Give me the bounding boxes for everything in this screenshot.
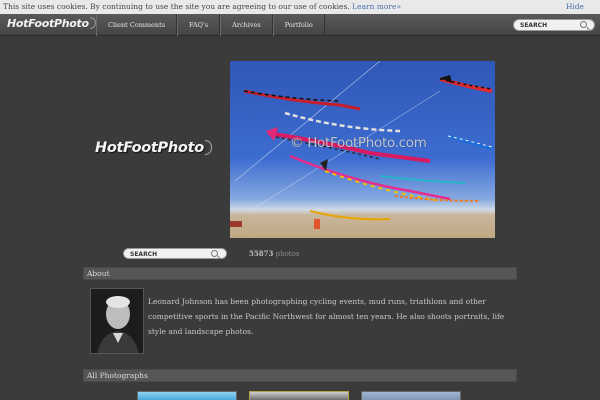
photo-count-label: photos [275, 250, 300, 258]
photo-thumbnail[interactable] [137, 391, 237, 400]
photo-count-number: 55873 [249, 249, 274, 258]
nav-item-client-comments[interactable]: Client Comments [96, 14, 178, 36]
all-photographs-header: All Photographs [83, 369, 517, 382]
cookie-banner: This site uses cookies. By continuing to… [0, 0, 600, 14]
photo-thumbnail[interactable] [249, 391, 349, 400]
nav-item-archives[interactable]: Archives [220, 14, 273, 36]
search-icon[interactable] [211, 250, 218, 257]
site-logo[interactable]: HotFootPhoto [95, 140, 212, 156]
about-text: Leonard Johnson has been photographing c… [148, 297, 505, 336]
photo-thumbnail[interactable] [361, 391, 461, 400]
learn-more-link[interactable]: Learn more» [352, 2, 401, 11]
hero-photo-kites[interactable]: © HotFootPhoto.com [230, 61, 495, 238]
nav-search-input[interactable]: SEARCH [513, 19, 595, 31]
photographer-portrait [90, 288, 144, 354]
search-icon[interactable] [580, 21, 587, 28]
cookie-text: This site uses cookies. By continuing to… [3, 2, 350, 11]
photo-search-input[interactable]: SEARCH [123, 248, 227, 259]
hide-cookie-link[interactable]: Hide [566, 0, 584, 14]
nav-menu: Client Comments FAQ's Archives Portfolio [96, 14, 325, 36]
nav-search-placeholder: SEARCH [520, 22, 548, 29]
photo-search-placeholder: SEARCH [130, 251, 158, 258]
about-header: About [83, 267, 517, 280]
site-logo-small[interactable]: HotFootPhoto [7, 17, 96, 30]
nav-item-faqs[interactable]: FAQ's [177, 14, 221, 36]
nav-item-portfolio[interactable]: Portfolio [272, 14, 325, 36]
top-navbar: HotFootPhoto Client Comments FAQ's Archi… [0, 14, 600, 36]
hero-watermark: © HotFootPhoto.com [290, 135, 427, 151]
photo-count: 55873 photos [249, 249, 299, 258]
